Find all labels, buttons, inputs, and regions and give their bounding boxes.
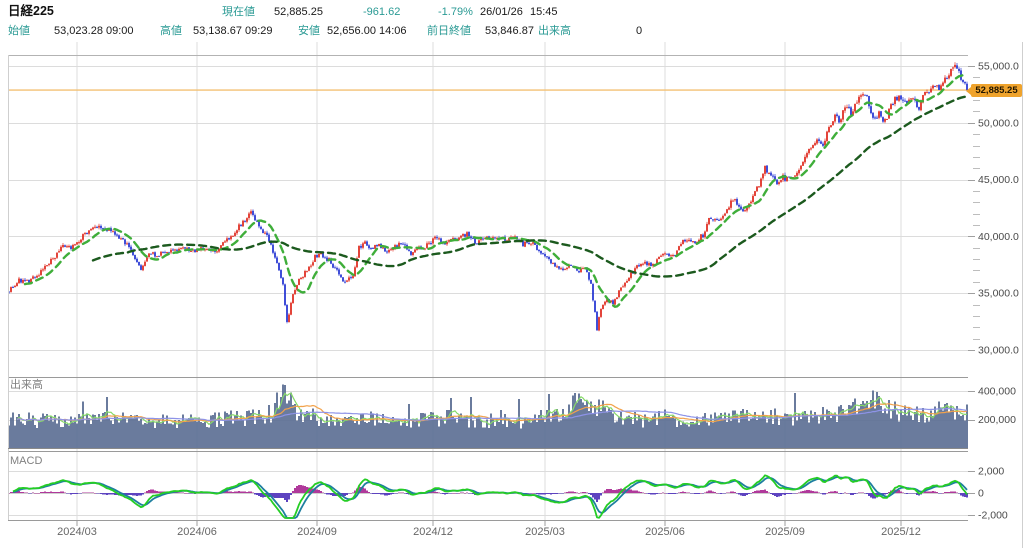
nikkei225-chart-app: { "header": { "symbol": "日経225", "curren… [0, 0, 1024, 549]
y-axis-label: 200,000 [978, 414, 1016, 426]
x-axis-label: 2024/06 [177, 526, 217, 538]
ma-lines [25, 75, 967, 307]
y-axis-label: 55,000.0 [978, 61, 1019, 73]
y-axis-label: -2,000 [978, 510, 1008, 522]
x-axis-label: 2025/09 [765, 526, 805, 538]
current-price-label: 52,885.25 [971, 84, 1022, 97]
x-axis-label: 2024/09 [297, 526, 337, 538]
y-axis-label: 40,000.0 [978, 231, 1019, 243]
y-axis-label: 35,000.0 [978, 288, 1019, 300]
volume-panel-title: 出来高 [10, 379, 43, 391]
y-axis-label: 0 [978, 488, 984, 500]
gridlines [8, 42, 980, 526]
y-axis-label: 45,000.0 [978, 174, 1019, 186]
candlesticks [8, 62, 968, 331]
y-axis-label: 2,000 [978, 466, 1004, 478]
y-axis-label: 400,000 [978, 386, 1016, 398]
y-axis-label: 50,000.0 [978, 117, 1019, 129]
panel-borders [8, 42, 1023, 548]
y-axis-label: 30,000.0 [978, 345, 1019, 357]
x-axis-label: 2025/06 [645, 526, 685, 538]
chart-canvas[interactable]: 55,000.0 50,000.0 45,000.0 40,000.0 35,000.0… [0, 0, 1024, 549]
x-axis-label: 2025/03 [525, 526, 565, 538]
macd-panel-title: MACD [10, 455, 42, 467]
axis-labels: 55,000.0 50,000.0 45,000.0 40,000.0 35,000.0… [57, 61, 1019, 539]
x-axis-label: 2024/03 [57, 526, 97, 538]
x-axis-label: 2024/12 [413, 526, 453, 538]
current-price-label-text: 52,885.25 [975, 85, 1017, 96]
macd-lines [13, 475, 967, 518]
x-axis-label: 2025/12 [881, 526, 921, 538]
